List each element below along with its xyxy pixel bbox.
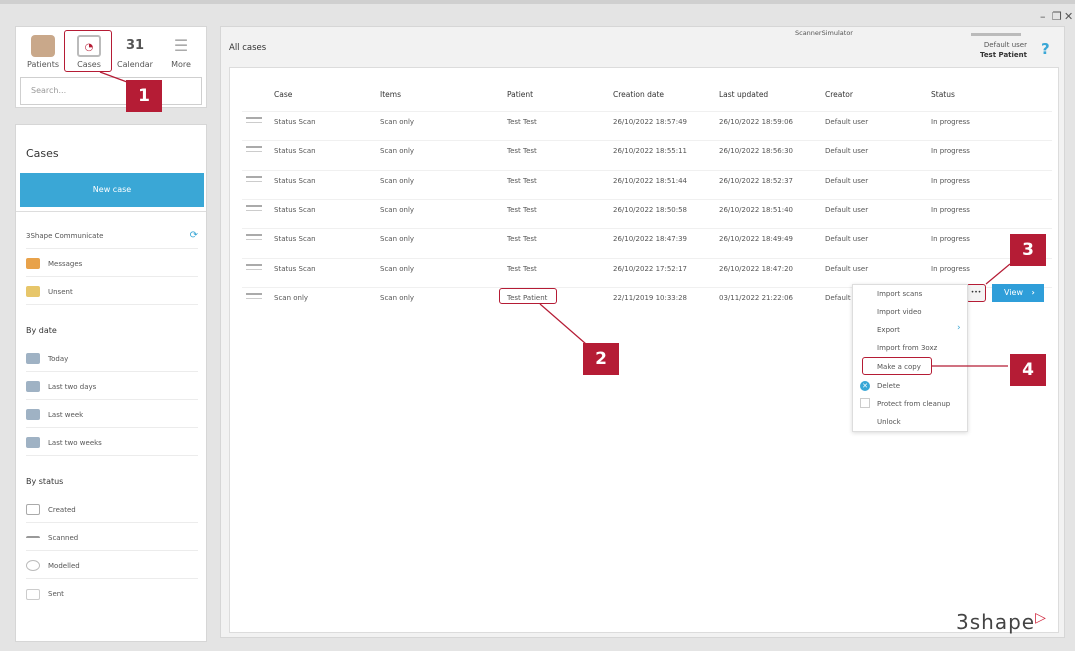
callout-2: 2 bbox=[583, 343, 619, 375]
brand-triangle-icon: ▷ bbox=[1035, 610, 1047, 626]
brand-logo: 3shape▷ bbox=[956, 610, 1047, 634]
brand-text: 3shape bbox=[956, 610, 1036, 634]
callout-3: 3 bbox=[1010, 234, 1046, 266]
app-window: – ❐ ✕ Patients ◔ Cases 31 Calendar ☰ Mor… bbox=[0, 0, 1075, 651]
callout-1: 1 bbox=[126, 80, 162, 112]
callout-4: 4 bbox=[1010, 354, 1046, 386]
